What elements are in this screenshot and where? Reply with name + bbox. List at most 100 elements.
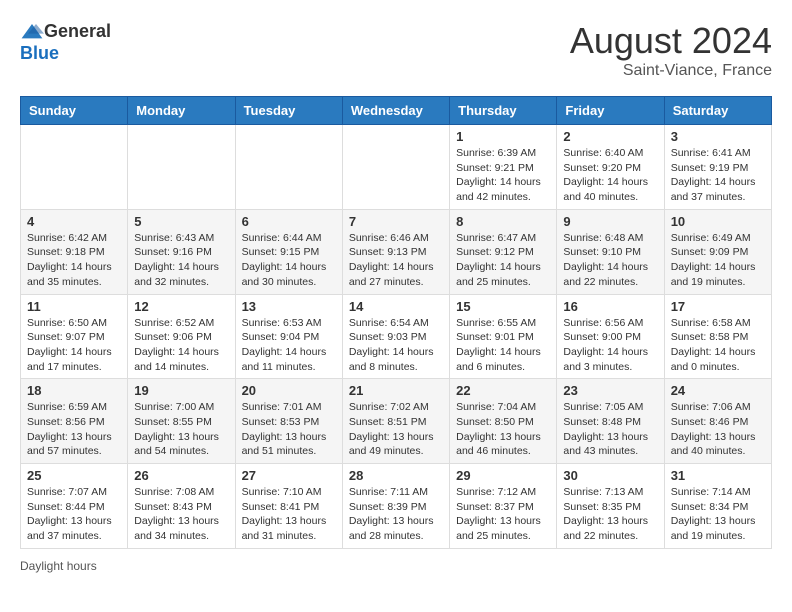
day-info: Sunrise: 6:55 AM Sunset: 9:01 PM Dayligh… [456, 316, 550, 375]
day-number: 31 [671, 468, 765, 483]
calendar-cell [342, 125, 449, 210]
calendar-cell: 1 Sunrise: 6:39 AM Sunset: 9:21 PM Daylig… [450, 125, 557, 210]
day-number: 18 [27, 383, 121, 398]
day-info: Sunrise: 7:01 AM Sunset: 8:53 PM Dayligh… [242, 400, 336, 459]
logo: General Blue [20, 20, 111, 64]
calendar-cell: 24 Sunrise: 7:06 AM Sunset: 8:46 PM Dayli… [664, 379, 771, 464]
day-number: 13 [242, 299, 336, 314]
calendar-header-monday: Monday [128, 97, 235, 125]
page-header: General Blue August 2024 Saint-Viance, F… [20, 20, 772, 80]
day-number: 27 [242, 468, 336, 483]
day-info: Sunrise: 6:47 AM Sunset: 9:12 PM Dayligh… [456, 231, 550, 290]
calendar-cell: 18Sunrise: 6:59 AM Sunset: 8:56 PM Dayli… [21, 379, 128, 464]
calendar-cell [21, 125, 128, 210]
day-info: Sunrise: 6:43 AM Sunset: 9:16 PM Dayligh… [134, 231, 228, 290]
calendar-cell: 5 Sunrise: 6:43 AM Sunset: 9:16 PM Daylig… [128, 209, 235, 294]
day-number: 29 [456, 468, 550, 483]
day-number: 3 [671, 129, 765, 144]
day-info: Sunrise: 6:48 AM Sunset: 9:10 PM Dayligh… [563, 231, 657, 290]
calendar-cell: 13Sunrise: 6:53 AM Sunset: 9:04 PM Dayli… [235, 294, 342, 379]
calendar-cell: 20 Sunrise: 7:01 AM Sunset: 8:53 PM Dayli… [235, 379, 342, 464]
calendar-cell: 31Sunrise: 7:14 AM Sunset: 8:34 PM Dayli… [664, 464, 771, 549]
calendar-table: SundayMondayTuesdayWednesdayThursdayFrid… [20, 96, 772, 549]
day-number: 12 [134, 299, 228, 314]
day-info: Sunrise: 6:44 AM Sunset: 9:15 PM Dayligh… [242, 231, 336, 290]
day-number: 25 [27, 468, 121, 483]
day-info: Sunrise: 6:50 AM Sunset: 9:07 PM Dayligh… [27, 316, 121, 375]
daylight-label: Daylight hours [20, 559, 97, 573]
calendar-cell [235, 125, 342, 210]
calendar-week-1: 1 Sunrise: 6:39 AM Sunset: 9:21 PM Daylig… [21, 125, 772, 210]
day-number: 20 [242, 383, 336, 398]
day-info: Sunrise: 6:54 AM Sunset: 9:03 PM Dayligh… [349, 316, 443, 375]
calendar-header-row: SundayMondayTuesdayWednesdayThursdayFrid… [21, 97, 772, 125]
day-number: 17 [671, 299, 765, 314]
calendar-cell: 9 Sunrise: 6:48 AM Sunset: 9:10 PM Daylig… [557, 209, 664, 294]
day-info: Sunrise: 7:13 AM Sunset: 8:35 PM Dayligh… [563, 485, 657, 544]
calendar-cell: 17 Sunrise: 6:58 AM Sunset: 8:58 PM Dayli… [664, 294, 771, 379]
day-info: Sunrise: 7:10 AM Sunset: 8:41 PM Dayligh… [242, 485, 336, 544]
calendar-cell: 6 Sunrise: 6:44 AM Sunset: 9:15 PM Daylig… [235, 209, 342, 294]
calendar-cell: 26 Sunrise: 7:08 AM Sunset: 8:43 PM Dayli… [128, 464, 235, 549]
calendar-header-tuesday: Tuesday [235, 97, 342, 125]
logo-general-text: General [44, 22, 111, 42]
title-block: August 2024 Saint-Viance, France [570, 20, 772, 80]
day-number: 7 [349, 214, 443, 229]
calendar-cell: 8 Sunrise: 6:47 AM Sunset: 9:12 PM Daylig… [450, 209, 557, 294]
calendar-cell: 29 Sunrise: 7:12 AM Sunset: 8:37 PM Dayli… [450, 464, 557, 549]
day-info: Sunrise: 6:40 AM Sunset: 9:20 PM Dayligh… [563, 146, 657, 205]
calendar-cell: 19 Sunrise: 7:00 AM Sunset: 8:55 PM Dayli… [128, 379, 235, 464]
calendar-cell: 23Sunrise: 7:05 AM Sunset: 8:48 PM Dayli… [557, 379, 664, 464]
calendar-cell: 27 Sunrise: 7:10 AM Sunset: 8:41 PM Dayli… [235, 464, 342, 549]
day-number: 11 [27, 299, 121, 314]
day-number: 6 [242, 214, 336, 229]
calendar-week-3: 11 Sunrise: 6:50 AM Sunset: 9:07 PM Dayli… [21, 294, 772, 379]
day-info: Sunrise: 7:02 AM Sunset: 8:51 PM Dayligh… [349, 400, 443, 459]
calendar-week-4: 18Sunrise: 6:59 AM Sunset: 8:56 PM Dayli… [21, 379, 772, 464]
day-number: 26 [134, 468, 228, 483]
day-number: 10 [671, 214, 765, 229]
day-info: Sunrise: 6:56 AM Sunset: 9:00 PM Dayligh… [563, 316, 657, 375]
calendar-week-2: 4Sunrise: 6:42 AM Sunset: 9:18 PM Daylig… [21, 209, 772, 294]
calendar-cell: 2 Sunrise: 6:40 AM Sunset: 9:20 PM Daylig… [557, 125, 664, 210]
day-number: 4 [27, 214, 121, 229]
day-number: 19 [134, 383, 228, 398]
day-number: 24 [671, 383, 765, 398]
day-info: Sunrise: 6:58 AM Sunset: 8:58 PM Dayligh… [671, 316, 765, 375]
day-info: Sunrise: 7:07 AM Sunset: 8:44 PM Dayligh… [27, 485, 121, 544]
calendar-cell: 12 Sunrise: 6:52 AM Sunset: 9:06 PM Dayli… [128, 294, 235, 379]
calendar-cell: 11 Sunrise: 6:50 AM Sunset: 9:07 PM Dayli… [21, 294, 128, 379]
day-info: Sunrise: 7:06 AM Sunset: 8:46 PM Dayligh… [671, 400, 765, 459]
calendar-cell: 7 Sunrise: 6:46 AM Sunset: 9:13 PM Daylig… [342, 209, 449, 294]
location-text: Saint-Viance, France [570, 62, 772, 80]
day-info: Sunrise: 7:04 AM Sunset: 8:50 PM Dayligh… [456, 400, 550, 459]
calendar-cell: 3Sunrise: 6:41 AM Sunset: 9:19 PM Daylig… [664, 125, 771, 210]
day-info: Sunrise: 7:08 AM Sunset: 8:43 PM Dayligh… [134, 485, 228, 544]
day-info: Sunrise: 6:49 AM Sunset: 9:09 PM Dayligh… [671, 231, 765, 290]
day-number: 5 [134, 214, 228, 229]
day-number: 22 [456, 383, 550, 398]
calendar-header-friday: Friday [557, 97, 664, 125]
calendar-header-thursday: Thursday [450, 97, 557, 125]
calendar-cell: 21Sunrise: 7:02 AM Sunset: 8:51 PM Dayli… [342, 379, 449, 464]
calendar-week-5: 25 Sunrise: 7:07 AM Sunset: 8:44 PM Dayli… [21, 464, 772, 549]
day-number: 9 [563, 214, 657, 229]
day-info: Sunrise: 6:39 AM Sunset: 9:21 PM Dayligh… [456, 146, 550, 205]
calendar-cell: 16 Sunrise: 6:56 AM Sunset: 9:00 PM Dayli… [557, 294, 664, 379]
day-info: Sunrise: 6:46 AM Sunset: 9:13 PM Dayligh… [349, 231, 443, 290]
month-title: August 2024 [570, 20, 772, 62]
day-number: 16 [563, 299, 657, 314]
day-number: 23 [563, 383, 657, 398]
day-number: 8 [456, 214, 550, 229]
day-number: 14 [349, 299, 443, 314]
calendar-cell: 14 Sunrise: 6:54 AM Sunset: 9:03 PM Dayli… [342, 294, 449, 379]
day-info: Sunrise: 7:00 AM Sunset: 8:55 PM Dayligh… [134, 400, 228, 459]
calendar-cell: 15Sunrise: 6:55 AM Sunset: 9:01 PM Dayli… [450, 294, 557, 379]
day-number: 2 [563, 129, 657, 144]
calendar-cell: 28Sunrise: 7:11 AM Sunset: 8:39 PM Dayli… [342, 464, 449, 549]
logo-blue-text: Blue [20, 44, 59, 64]
day-info: Sunrise: 6:52 AM Sunset: 9:06 PM Dayligh… [134, 316, 228, 375]
day-info: Sunrise: 7:12 AM Sunset: 8:37 PM Dayligh… [456, 485, 550, 544]
day-number: 1 [456, 129, 550, 144]
calendar-cell [128, 125, 235, 210]
